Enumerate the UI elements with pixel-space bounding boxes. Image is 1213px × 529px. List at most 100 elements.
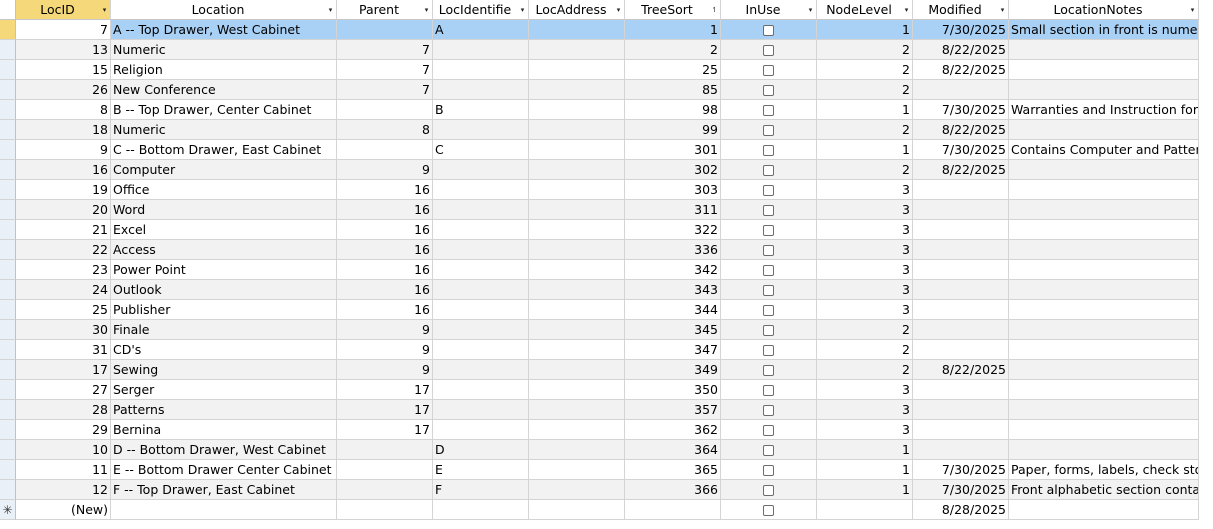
- new-cell-id[interactable]: (New): [16, 500, 111, 520]
- cell-parent[interactable]: 16: [337, 180, 433, 200]
- cell-level[interactable]: 2: [817, 360, 913, 380]
- select-all-corner[interactable]: [0, 0, 16, 20]
- cell-inuse[interactable]: [721, 120, 817, 140]
- dropdown-arrow-icon[interactable]: ▾: [517, 6, 528, 14]
- inuse-checkbox[interactable]: [763, 305, 774, 316]
- cell-mod[interactable]: [913, 180, 1009, 200]
- inuse-checkbox[interactable]: [763, 445, 774, 456]
- cell-mod[interactable]: [913, 220, 1009, 240]
- cell-ident[interactable]: [433, 120, 529, 140]
- cell-parent[interactable]: 16: [337, 200, 433, 220]
- cell-ident[interactable]: A: [433, 20, 529, 40]
- new-cell-addr[interactable]: [529, 500, 625, 520]
- record-selector[interactable]: [0, 340, 16, 360]
- dropdown-arrow-icon[interactable]: ▾: [613, 6, 624, 14]
- cell-ident[interactable]: [433, 420, 529, 440]
- cell-inuse[interactable]: [721, 80, 817, 100]
- cell-loc[interactable]: Access: [111, 240, 337, 260]
- cell-mod[interactable]: 8/22/2025: [913, 160, 1009, 180]
- cell-notes[interactable]: Small section in front is numer: [1009, 20, 1199, 40]
- cell-parent[interactable]: 9: [337, 160, 433, 180]
- record-selector[interactable]: [0, 180, 16, 200]
- cell-level[interactable]: 3: [817, 420, 913, 440]
- inuse-checkbox[interactable]: [763, 345, 774, 356]
- cell-id[interactable]: 11: [16, 460, 111, 480]
- cell-parent[interactable]: 8: [337, 120, 433, 140]
- cell-level[interactable]: 1: [817, 100, 913, 120]
- cell-notes[interactable]: [1009, 420, 1199, 440]
- cell-notes[interactable]: [1009, 180, 1199, 200]
- column-header-treesort[interactable]: TreeSort ↿: [625, 0, 721, 20]
- cell-addr[interactable]: [529, 200, 625, 220]
- cell-loc[interactable]: Word: [111, 200, 337, 220]
- new-cell-level[interactable]: [817, 500, 913, 520]
- cell-loc[interactable]: Religion: [111, 60, 337, 80]
- cell-loc[interactable]: Publisher: [111, 300, 337, 320]
- cell-parent[interactable]: [337, 440, 433, 460]
- cell-inuse[interactable]: [721, 20, 817, 40]
- cell-parent[interactable]: 7: [337, 80, 433, 100]
- cell-parent[interactable]: 16: [337, 220, 433, 240]
- new-cell-mod[interactable]: 8/28/2025: [913, 500, 1009, 520]
- cell-mod[interactable]: [913, 240, 1009, 260]
- cell-notes[interactable]: [1009, 60, 1199, 80]
- cell-parent[interactable]: [337, 460, 433, 480]
- cell-id[interactable]: 21: [16, 220, 111, 240]
- cell-mod[interactable]: 8/22/2025: [913, 60, 1009, 80]
- cell-mod[interactable]: [913, 80, 1009, 100]
- cell-ident[interactable]: [433, 220, 529, 240]
- cell-inuse[interactable]: [721, 40, 817, 60]
- cell-notes[interactable]: [1009, 80, 1199, 100]
- dropdown-arrow-icon[interactable]: ▾: [901, 6, 912, 14]
- cell-level[interactable]: 3: [817, 200, 913, 220]
- cell-addr[interactable]: [529, 300, 625, 320]
- cell-level[interactable]: 3: [817, 260, 913, 280]
- cell-addr[interactable]: [529, 20, 625, 40]
- cell-id[interactable]: 8: [16, 100, 111, 120]
- cell-loc[interactable]: Numeric: [111, 120, 337, 140]
- dropdown-arrow-icon[interactable]: ▾: [1187, 6, 1198, 14]
- cell-addr[interactable]: [529, 60, 625, 80]
- cell-addr[interactable]: [529, 180, 625, 200]
- cell-mod[interactable]: 8/22/2025: [913, 120, 1009, 140]
- cell-ident[interactable]: [433, 40, 529, 60]
- cell-level[interactable]: 2: [817, 60, 913, 80]
- cell-inuse[interactable]: [721, 320, 817, 340]
- cell-notes[interactable]: [1009, 260, 1199, 280]
- record-selector[interactable]: [0, 440, 16, 460]
- cell-id[interactable]: 26: [16, 80, 111, 100]
- cell-id[interactable]: 29: [16, 420, 111, 440]
- cell-loc[interactable]: Excel: [111, 220, 337, 240]
- cell-parent[interactable]: 9: [337, 340, 433, 360]
- cell-parent[interactable]: 16: [337, 240, 433, 260]
- new-cell-loc[interactable]: [111, 500, 337, 520]
- dropdown-arrow-icon[interactable]: ▾: [99, 6, 110, 14]
- cell-loc[interactable]: Finale: [111, 320, 337, 340]
- cell-notes[interactable]: [1009, 340, 1199, 360]
- cell-mod[interactable]: [913, 380, 1009, 400]
- cell-ident[interactable]: C: [433, 140, 529, 160]
- cell-inuse[interactable]: [721, 460, 817, 480]
- cell-id[interactable]: 12: [16, 480, 111, 500]
- cell-mod[interactable]: 8/22/2025: [913, 360, 1009, 380]
- cell-id[interactable]: 10: [16, 440, 111, 460]
- cell-loc[interactable]: Patterns: [111, 400, 337, 420]
- new-cell-parent[interactable]: [337, 500, 433, 520]
- cell-sort[interactable]: 1: [625, 20, 721, 40]
- cell-level[interactable]: 2: [817, 340, 913, 360]
- cell-addr[interactable]: [529, 480, 625, 500]
- cell-loc[interactable]: F -- Top Drawer, East Cabinet: [111, 480, 337, 500]
- column-header-locidentifie[interactable]: LocIdentifie ▾: [433, 0, 529, 20]
- cell-level[interactable]: 1: [817, 140, 913, 160]
- cell-loc[interactable]: Computer: [111, 160, 337, 180]
- record-selector[interactable]: [0, 20, 16, 40]
- record-selector[interactable]: [0, 480, 16, 500]
- cell-ident[interactable]: D: [433, 440, 529, 460]
- cell-sort[interactable]: 302: [625, 160, 721, 180]
- cell-ident[interactable]: [433, 320, 529, 340]
- record-selector[interactable]: [0, 240, 16, 260]
- cell-sort[interactable]: 343: [625, 280, 721, 300]
- cell-mod[interactable]: [913, 300, 1009, 320]
- cell-loc[interactable]: Serger: [111, 380, 337, 400]
- cell-loc[interactable]: Outlook: [111, 280, 337, 300]
